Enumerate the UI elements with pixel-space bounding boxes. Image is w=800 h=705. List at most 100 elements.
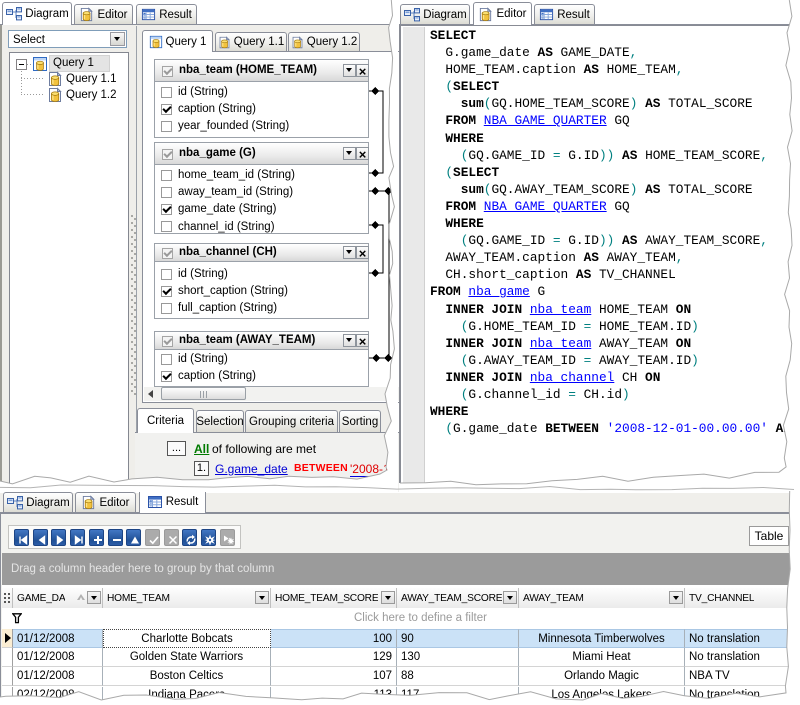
cell-tv_channel[interactable]: No translation (685, 687, 791, 705)
nav-last-button[interactable] (70, 529, 85, 546)
tab-result[interactable]: Result (139, 489, 206, 513)
field-checkbox[interactable] (161, 286, 172, 297)
tab-selection[interactable]: Selection (196, 410, 244, 432)
filter-dropdown-button[interactable] (503, 591, 517, 604)
table-card-header[interactable]: nba_team (AWAY_TEAM)× (155, 332, 368, 350)
field-row[interactable]: home_team_id (String) (155, 167, 368, 184)
table-row[interactable]: 01/12/2008Charlotte Bobcats10090Minnesot… (2, 629, 791, 648)
nav-post-button[interactable] (145, 529, 160, 546)
filter-row[interactable]: Click here to define a filter (2, 608, 791, 630)
table-checkbox[interactable] (162, 248, 173, 259)
table-checkbox[interactable] (162, 66, 173, 77)
field-checkbox[interactable] (161, 187, 172, 198)
cell-away_team[interactable]: Minnesota Timberwolves (519, 629, 685, 648)
filter-dropdown-button[interactable] (255, 591, 269, 604)
field-checkbox[interactable] (161, 371, 172, 382)
table-card[interactable]: nba_channel (CH)×id (String)short_captio… (154, 243, 369, 319)
cell-home_team_score[interactable]: 100 (271, 629, 397, 648)
cell-game_da[interactable]: 01/12/2008 (13, 648, 103, 667)
nav-fetch-all-button[interactable] (201, 529, 216, 546)
filter-dropdown-button[interactable] (381, 591, 395, 604)
tab-criteria[interactable]: Criteria (137, 408, 194, 433)
table-close-button[interactable]: × (356, 246, 369, 259)
field-row[interactable]: id (String) (155, 84, 368, 101)
diagram-canvas[interactable]: nba_team (HOME_TEAM)×id (String)caption … (142, 51, 400, 403)
cell-home_team[interactable]: Charlotte Bobcats (103, 629, 271, 648)
cell-tv_channel[interactable]: NBA TV (685, 667, 791, 686)
field-row[interactable]: caption (String) (155, 101, 368, 118)
field-checkbox[interactable] (161, 204, 172, 215)
table-row[interactable]: 02/12/2008Indiana Pacers113117Los Angele… (2, 687, 791, 705)
column-header-away_team_score[interactable]: AWAY_TEAM_SCORE (397, 588, 519, 608)
field-row[interactable]: game_date (String) (155, 201, 368, 218)
table-card-header[interactable]: nba_team (HOME_TEAM)× (155, 60, 368, 82)
nav-next-button[interactable] (51, 529, 66, 546)
field-checkbox[interactable] (161, 303, 172, 314)
nav-delete-button[interactable] (108, 529, 123, 546)
field-checkbox[interactable] (161, 269, 172, 280)
cell-home_team_score[interactable]: 129 (271, 648, 397, 667)
field-row[interactable]: caption (String) (155, 368, 368, 385)
column-header-away_team[interactable]: AWAY_TEAM (519, 588, 685, 608)
cell-game_da[interactable]: 01/12/2008 (13, 667, 103, 686)
field-checkbox[interactable] (161, 170, 172, 181)
tab-diagram[interactable]: Diagram (2, 2, 72, 25)
cell-away_team[interactable]: Orlando Magic (519, 667, 685, 686)
cell-home_team_score[interactable]: 113 (271, 687, 397, 705)
group-by-bar[interactable]: Drag a column header here to group by th… (2, 553, 791, 585)
tab-sorting[interactable]: Sorting (339, 410, 381, 432)
table-checkbox[interactable] (162, 336, 173, 347)
nav-insert-button[interactable] (89, 529, 104, 546)
tab-editor[interactable]: Editor (75, 492, 136, 512)
table-card-header[interactable]: nba_channel (CH)× (155, 244, 368, 262)
cell-home_team[interactable]: Boston Celtics (103, 667, 271, 686)
cell-away_team_score[interactable]: 90 (397, 629, 519, 648)
table-view-button[interactable]: Table (749, 526, 789, 546)
field-checkbox[interactable] (161, 87, 172, 98)
field-row[interactable]: channel_id (String) (155, 218, 368, 235)
tab-diagram[interactable]: Diagram (3, 492, 73, 512)
table-row[interactable]: 01/12/2008Golden State Warriors129130Mia… (2, 648, 791, 667)
nav-prior-button[interactable] (33, 529, 48, 546)
subtab-query1-2[interactable]: Query 1.2 (288, 32, 360, 51)
table-close-button[interactable]: × (356, 147, 369, 160)
table-dropdown-button[interactable] (343, 334, 356, 347)
nav-refresh-button[interactable] (182, 529, 197, 546)
cell-game_da[interactable]: 02/12/2008 (13, 687, 103, 705)
field-row[interactable]: id (String) (155, 351, 368, 368)
column-header-tv_channel[interactable]: TV_CHANNEL (685, 588, 791, 608)
cell-away_team_score[interactable]: 88 (397, 667, 519, 686)
cell-home_team_score[interactable]: 107 (271, 667, 397, 686)
field-checkbox[interactable] (161, 354, 172, 365)
table-dropdown-button[interactable] (343, 246, 356, 259)
table-card[interactable]: nba_team (HOME_TEAM)×id (String)caption … (154, 59, 369, 138)
tab-editor[interactable]: Editor (74, 4, 133, 24)
field-checkbox[interactable] (161, 121, 172, 132)
cell-game_da[interactable]: 01/12/2008 (13, 629, 103, 648)
table-checkbox[interactable] (162, 149, 173, 160)
subtab-query1[interactable]: Query 1 (142, 30, 213, 52)
subtab-query1-1[interactable]: Query 1.1 (215, 32, 287, 51)
nav-first-button[interactable] (14, 529, 29, 546)
cell-home_team[interactable]: Indiana Pacers (103, 687, 271, 705)
cell-away_team[interactable]: Miami Heat (519, 648, 685, 667)
cell-away_team_score[interactable]: 130 (397, 648, 519, 667)
field-row[interactable]: full_caption (String) (155, 300, 368, 317)
nav-cancel-button[interactable] (164, 529, 179, 546)
table-dropdown-button[interactable] (343, 64, 356, 77)
table-dropdown-button[interactable] (343, 147, 356, 160)
tab-result[interactable]: Result (534, 4, 595, 24)
table-card-header[interactable]: nba_game (G)× (155, 143, 368, 165)
table-card[interactable]: nba_game (G)× home_team_id (String)away_t… (154, 142, 369, 234)
table-close-button[interactable]: × (356, 334, 369, 347)
cell-tv_channel[interactable]: No translation (685, 648, 791, 667)
field-row[interactable]: away_team_id (String) (155, 184, 368, 201)
tab-result[interactable]: Result (136, 4, 197, 24)
cell-away_team_score[interactable]: 117 (397, 687, 519, 705)
field-row[interactable]: year_founded (String) (155, 118, 368, 135)
tab-diagram[interactable]: Diagram (400, 4, 470, 24)
field-checkbox[interactable] (161, 104, 172, 115)
cell-home_team[interactable]: Golden State Warriors (103, 648, 271, 667)
field-row[interactable]: id (String) (155, 266, 368, 283)
filter-dropdown-button[interactable] (87, 591, 101, 604)
